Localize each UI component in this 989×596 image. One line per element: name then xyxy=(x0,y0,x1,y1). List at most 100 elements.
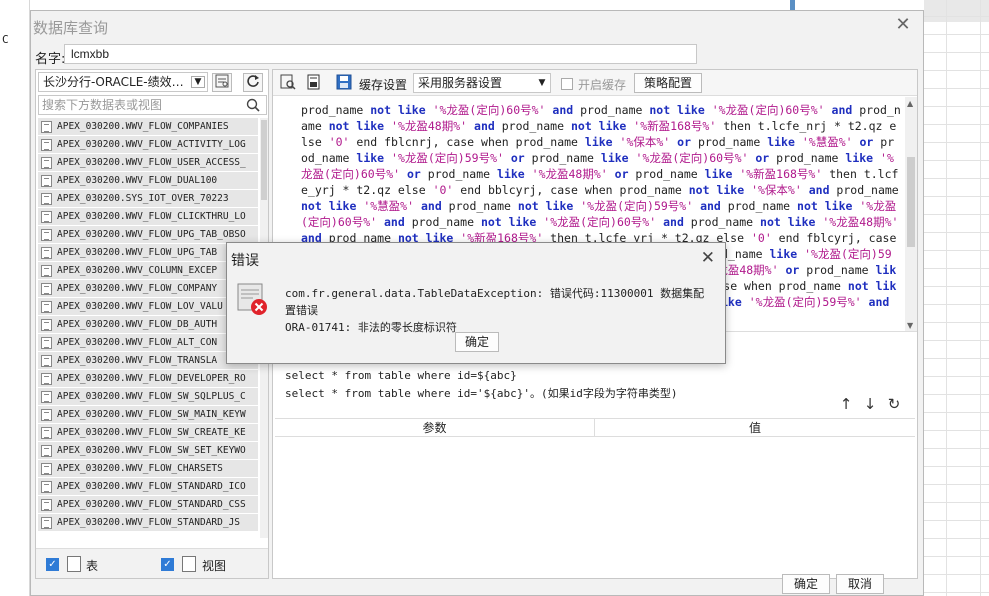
name-input[interactable]: lcmxbb xyxy=(64,44,697,64)
table-list-item-label: APEX_030200.WWV_FLOW_LOV_VALU xyxy=(57,300,223,312)
background-cell-text: C xyxy=(2,33,9,46)
table-list-item[interactable]: APEX_030200.WWV_FLOW_SW_SQLPLUS_C xyxy=(38,388,258,406)
table-list-item[interactable]: APEX_030200.WWV_FLOW_STANDARD_CSS xyxy=(38,496,258,514)
cache-settings-select[interactable]: 采用服务器设置 ▼ xyxy=(413,73,551,93)
table-list-item-label: APEX_030200.WWV_FLOW_DEVELOPER_RO xyxy=(57,372,246,384)
table-list-item[interactable]: APEX_030200.WWV_FLOW_CLICKTHRU_LO xyxy=(38,208,258,226)
table-icon xyxy=(41,156,52,169)
hint-line-1: select * from table where id=${abc} xyxy=(285,369,517,382)
table-icon xyxy=(41,228,52,241)
page-sql-icon[interactable] xyxy=(305,74,323,92)
error-icon xyxy=(237,283,267,315)
table-list-item[interactable]: APEX_030200.WWV_FLOW_UPG_TAB xyxy=(38,244,258,262)
table-list-item[interactable]: APEX_030200.WWV_COLUMN_EXCEP xyxy=(38,262,258,280)
error-message-line-2: ORA-01741: 非法的零长度标识符 xyxy=(285,321,457,334)
view-icon xyxy=(182,556,196,572)
table-list-item[interactable]: APEX_030200.WWV_FLOW_UPG_TAB_OBSO xyxy=(38,226,258,244)
table-list-item[interactable]: APEX_030200.WWV_FLOW_ACTIVITY_LOG xyxy=(38,136,258,154)
sql-scrollbar[interactable]: ▲ ▼ xyxy=(905,97,917,331)
close-icon[interactable]: ✕ xyxy=(893,15,913,35)
table-list-item[interactable]: APEX_030200.WWV_FLOW_TRANSLA xyxy=(38,352,258,370)
table-list-item[interactable]: APEX_030200.WWV_FLOW_DUAL100 xyxy=(38,172,258,190)
cancel-button[interactable]: 取消 xyxy=(836,574,884,594)
chevron-down-icon[interactable]: ▼ xyxy=(536,77,548,89)
table-list-item[interactable]: APEX_030200.WWV_FLOW_COMPANIES xyxy=(38,118,258,136)
scrollbar-thumb[interactable] xyxy=(261,120,267,200)
table-list-item[interactable]: APEX_030200.WWV_FLOW_SW_SET_KEYWO xyxy=(38,442,258,460)
preview-data-icon[interactable] xyxy=(279,74,297,92)
table-list-item-label: APEX_030200.WWV_FLOW_SW_MAIN_KEYW xyxy=(57,408,246,420)
table-list-item[interactable]: APEX_030200.WWV_FLOW_USER_ACCESS_ xyxy=(38,154,258,172)
enable-cache-checkbox[interactable] xyxy=(561,78,573,90)
table-checkbox[interactable]: ✓ xyxy=(46,558,59,571)
table-list-item[interactable]: APEX_030200.WWV_FLOW_STANDARD_JS xyxy=(38,514,258,532)
table-list: APEX_030200.WWV_FLOW_COMPANIES APEX_03020… xyxy=(38,118,258,538)
background-spreadsheet-grid xyxy=(924,0,989,596)
query-toolbar: 缓存设置 采用服务器设置 ▼ 开启缓存 策略配置 xyxy=(273,70,917,96)
table-icon xyxy=(41,246,52,259)
left-footer: ✓ 表 ✓ 视图 xyxy=(36,548,268,578)
table-list-item[interactable]: APEX_030200.WWV_FLOW_SW_CREATE_KE xyxy=(38,424,258,442)
table-list-item[interactable]: APEX_030200.WWV_FLOW_DEVELOPER_RO xyxy=(38,370,258,388)
table-icon xyxy=(41,408,52,421)
table-icon xyxy=(41,138,52,151)
search-icon[interactable] xyxy=(246,98,260,112)
view-checkbox-label: 视图 xyxy=(202,559,227,573)
table-list-item[interactable]: APEX_030200.WWV_FLOW_SW_MAIN_KEYW xyxy=(38,406,258,424)
close-icon[interactable]: ✕ xyxy=(701,248,715,268)
table-icon xyxy=(41,354,52,367)
chevron-down-icon[interactable]: ▼ xyxy=(191,76,205,88)
table-icon xyxy=(41,192,52,205)
arrow-up-icon[interactable]: ↑ xyxy=(837,395,855,413)
hint-line-2: select * from table where id='${abc}'。(如… xyxy=(285,387,678,400)
arrow-down-icon[interactable]: ↓ xyxy=(861,395,879,413)
table-search-input[interactable]: 搜索下方数据表或视图 xyxy=(38,95,267,115)
scrollbar-thumb[interactable] xyxy=(907,157,915,247)
table-list-item[interactable]: APEX_030200.WWV_FLOW_COMPANY xyxy=(38,280,258,298)
error-message: com.fr.general.data.TableDataException: … xyxy=(285,285,715,336)
table-list-item-label: APEX_030200.WWV_FLOW_TRANSLA xyxy=(57,354,218,366)
table-list-item[interactable]: APEX_030200.WWV_FLOW_CHARSETS xyxy=(38,460,258,478)
refresh-icon[interactable] xyxy=(243,73,263,92)
scroll-down-icon[interactable]: ▼ xyxy=(907,321,913,330)
datasource-value: 长沙分行-ORACLE-绩效… xyxy=(43,75,184,89)
table-list-item[interactable]: APEX_030200.WWV_FLOW_ALT_CON xyxy=(38,334,258,352)
error-message-line-1: com.fr.general.data.TableDataException: … xyxy=(285,287,705,317)
table-list-item-label: APEX_030200.WWV_FLOW_CLICKTHRU_LO xyxy=(57,210,246,222)
table-icon xyxy=(41,174,52,187)
table-list-item-label: APEX_030200.WWV_COLUMN_EXCEP xyxy=(57,264,218,276)
table-list-item-label: APEX_030200.WWV_FLOW_STANDARD_CSS xyxy=(57,498,246,510)
view-checkbox[interactable]: ✓ xyxy=(161,558,174,571)
background-left-strip: C xyxy=(0,0,30,596)
preview-icon[interactable] xyxy=(212,73,232,92)
strategy-config-button[interactable]: 策略配置 xyxy=(634,73,702,93)
table-list-item[interactable]: APEX_030200.WWV_FLOW_LOV_VALU xyxy=(38,298,258,316)
table-icon xyxy=(41,516,52,529)
cache-settings-label: 缓存设置 xyxy=(359,78,408,92)
table-list-item-label: APEX_030200.WWV_FLOW_STANDARD_ICO xyxy=(57,480,246,492)
table-list-item-label: APEX_030200.WWV_FLOW_USER_ACCESS_ xyxy=(57,156,246,168)
dialog-title: 数据库查询 xyxy=(33,19,109,37)
table-list-item[interactable]: APEX_030200.WWV_FLOW_STANDARD_ICO xyxy=(38,478,258,496)
table-list-item-label: APEX_030200.WWV_FLOW_SW_SET_KEYWO xyxy=(57,444,246,456)
table-list-item-label: APEX_030200.WWV_FLOW_STANDARD_JS xyxy=(57,516,241,528)
table-icon xyxy=(41,120,52,133)
cache-settings-value: 采用服务器设置 xyxy=(418,76,503,90)
error-ok-button[interactable]: 确定 xyxy=(455,332,499,352)
enable-cache-label: 开启缓存 xyxy=(578,78,627,92)
value-column-header: 值 xyxy=(748,421,761,435)
save-icon[interactable] xyxy=(335,74,353,92)
table-list-item-label: APEX_030200.SYS_IOT_OVER_70223 xyxy=(57,192,229,204)
refresh-icon[interactable]: ↻ xyxy=(885,395,903,413)
param-column-header: 参数 xyxy=(275,419,595,437)
table-list-item[interactable]: APEX_030200.WWV_FLOW_DB_AUTH xyxy=(38,316,258,334)
table-icon xyxy=(41,462,52,475)
search-placeholder: 搜索下方数据表或视图 xyxy=(42,98,163,112)
table-icon xyxy=(41,480,52,493)
scroll-up-icon[interactable]: ▲ xyxy=(907,99,913,108)
datasource-select[interactable]: 长沙分行-ORACLE-绩效… ▼ xyxy=(38,72,208,92)
table-list-item[interactable]: APEX_030200.SYS_IOT_OVER_70223 xyxy=(38,190,258,208)
table-icon xyxy=(41,390,52,403)
table-icon xyxy=(41,264,52,277)
ok-button[interactable]: 确定 xyxy=(782,574,830,594)
